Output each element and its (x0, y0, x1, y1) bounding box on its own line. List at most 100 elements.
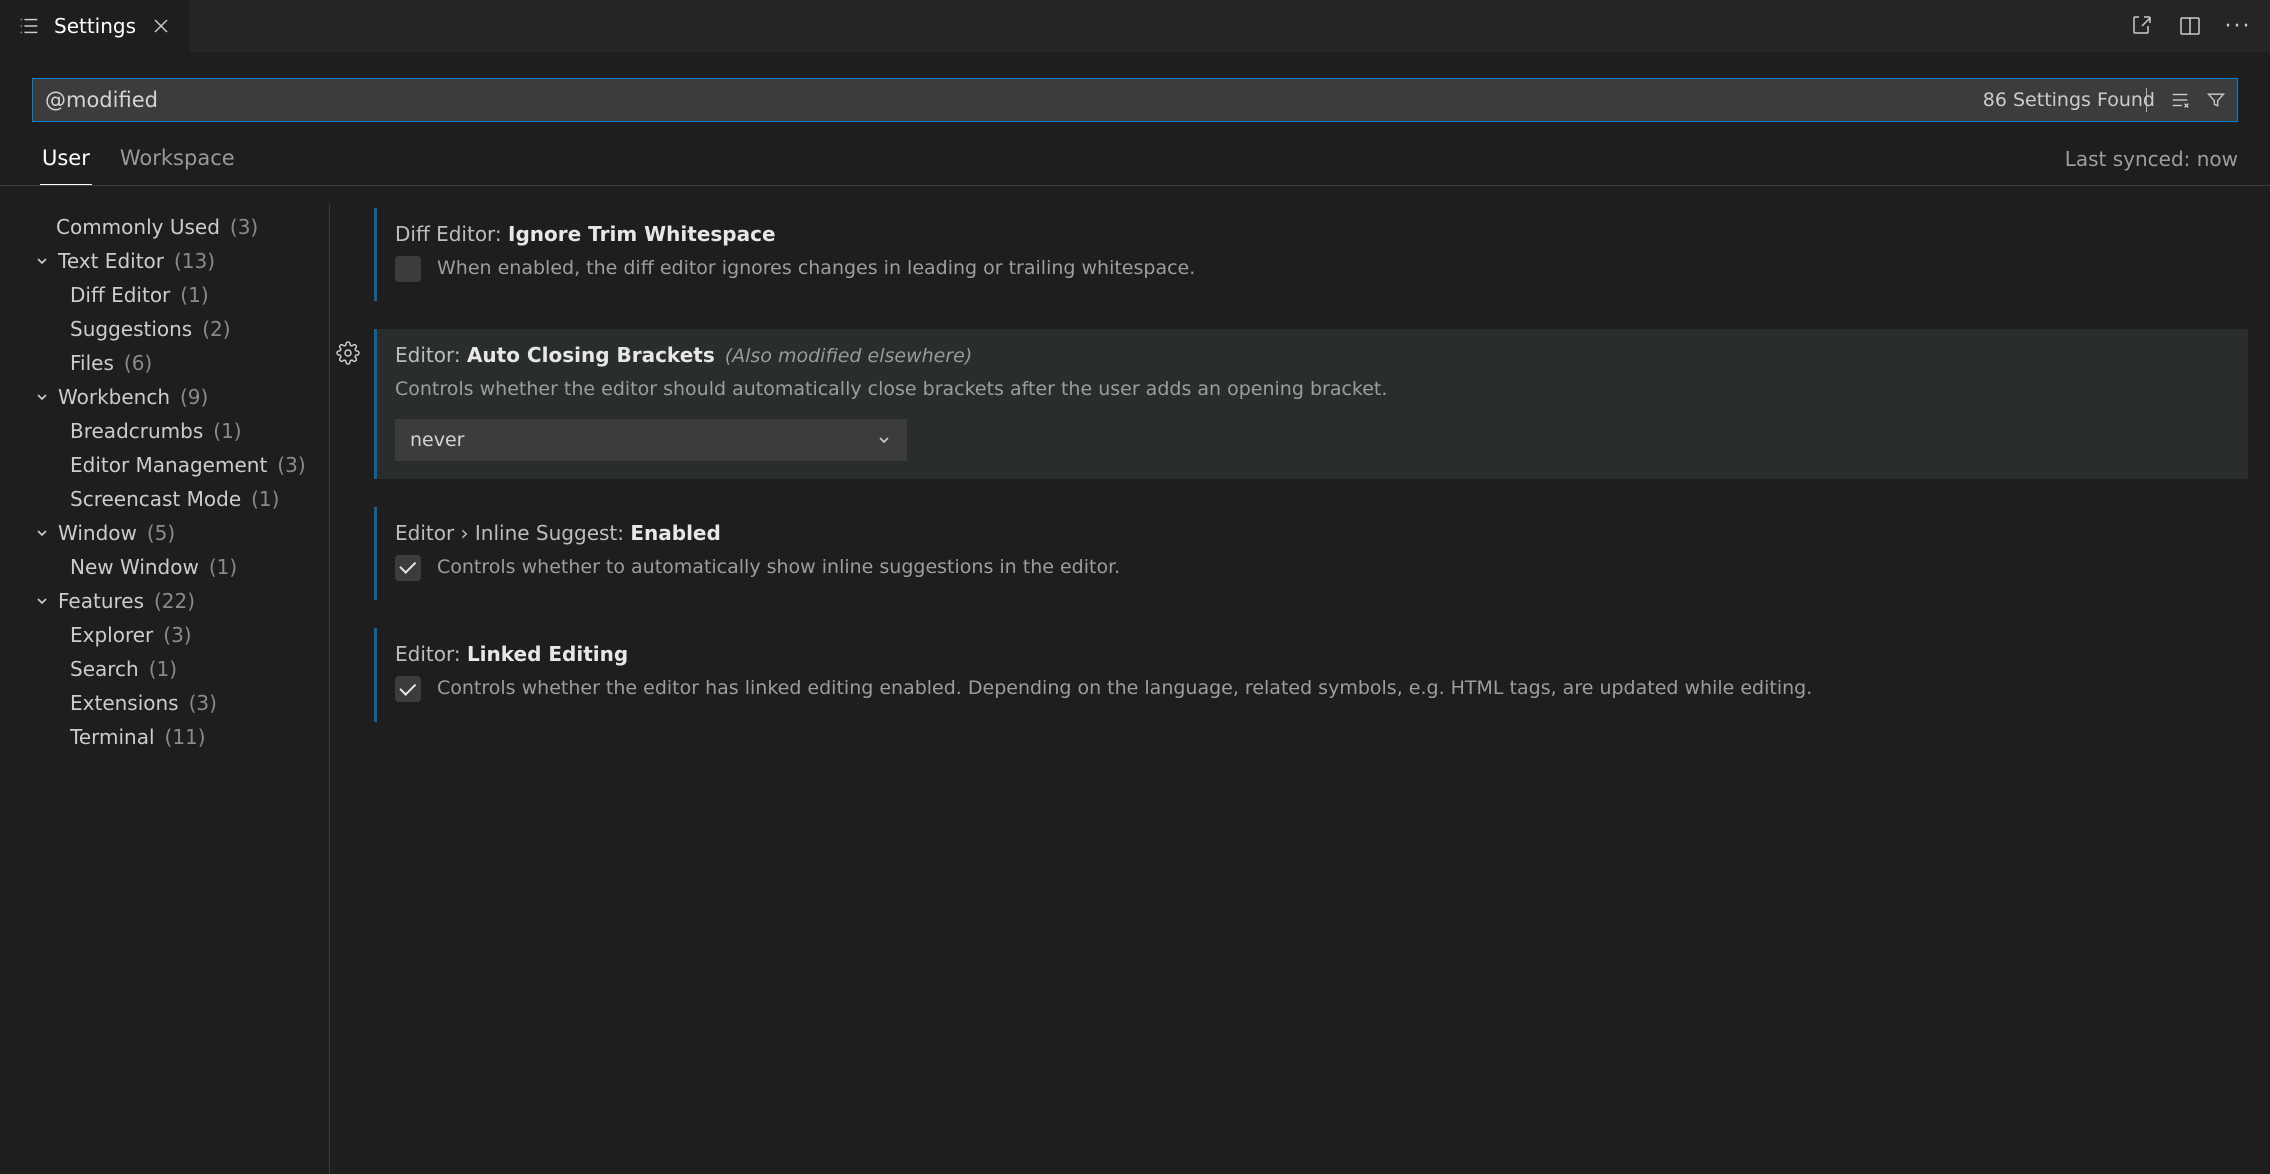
toc-item[interactable]: Screencast Mode (1) (30, 482, 329, 516)
setting-title: Editor: Linked Editing (395, 642, 2228, 666)
setting-name: Ignore Trim Whitespace (508, 222, 776, 246)
toc-item[interactable]: Commonly Used (3) (30, 210, 329, 244)
titlebar: Settings ··· (0, 0, 2270, 52)
setting-title: Diff Editor: Ignore Trim Whitespace (395, 222, 2228, 246)
scope-row: User Workspace Last synced: now (0, 122, 2270, 186)
toc-count: (2) (202, 317, 230, 341)
toc-label: Text Editor (58, 249, 164, 273)
tab-settings[interactable]: Settings (0, 0, 190, 52)
toc-item[interactable]: Suggestions (2) (30, 312, 329, 346)
filter-icon[interactable] (2205, 89, 2227, 111)
scope-tabs: User Workspace (40, 142, 237, 185)
setting-prefix: Editor: (395, 343, 467, 367)
toc-count: (1) (213, 419, 241, 443)
toc-item[interactable]: Files (6) (30, 346, 329, 380)
setting-prefix: Editor: (395, 642, 467, 666)
chevron-down-icon (32, 253, 52, 269)
toc-item[interactable]: Diff Editor (1) (30, 278, 329, 312)
chevron-down-icon (32, 593, 52, 609)
checkbox[interactable] (395, 555, 421, 581)
toc-count: (1) (209, 555, 237, 579)
toc-label: Features (58, 589, 144, 613)
toc-label: Screencast Mode (70, 487, 241, 511)
setting-name: Linked Editing (467, 642, 628, 666)
setting-description: Controls whether the editor should autom… (395, 375, 2228, 404)
toc-label: Suggestions (70, 317, 192, 341)
tab-title: Settings (54, 14, 136, 38)
toc-item[interactable]: Workbench(9) (30, 380, 329, 414)
scope-tab-workspace[interactable]: Workspace (118, 142, 237, 185)
tab-group: Settings (0, 0, 190, 52)
toc-label: Explorer (70, 623, 153, 647)
chevron-down-icon (876, 432, 892, 448)
setting-prefix: Diff Editor: (395, 222, 508, 246)
toc-count: (3) (189, 691, 217, 715)
select-dropdown[interactable]: never (395, 419, 907, 461)
settings-list-icon (18, 15, 40, 37)
search-right: 86 Settings Found (1983, 79, 2227, 121)
chevron-down-icon (32, 389, 52, 405)
toc-item[interactable]: Editor Management (3) (30, 448, 329, 482)
checkbox[interactable] (395, 676, 421, 702)
setting-title: Editor: Auto Closing Brackets (Also modif… (395, 343, 2228, 367)
toc-count: (1) (251, 487, 279, 511)
setting-name: Auto Closing Brackets (467, 343, 715, 367)
chevron-down-icon (32, 525, 52, 541)
select-value: never (410, 429, 464, 451)
toc-label: Files (70, 351, 114, 375)
toc-item[interactable]: Text Editor(13) (30, 244, 329, 278)
setting-description: When enabled, the diff editor ignores ch… (437, 254, 1195, 283)
setting-name: Enabled (630, 521, 720, 545)
toc-label: Search (70, 657, 139, 681)
setting-item: Editor › Inline Suggest: Enabled Control… (374, 507, 2248, 600)
toc-count: (6) (124, 351, 152, 375)
toc-item[interactable]: Search(1) (30, 652, 329, 686)
toc-item[interactable]: Explorer (3) (30, 618, 329, 652)
setting-note: (Also modified elsewhere) (725, 345, 973, 367)
toc-label: Terminal (70, 725, 155, 749)
search-results-count: 86 Settings Found (1983, 89, 2155, 111)
title-actions: ··· (2130, 14, 2260, 38)
clear-search-icon[interactable] (2169, 89, 2191, 111)
toc-count: (3) (163, 623, 191, 647)
setting-item: Editor: Auto Closing Brackets (Also modif… (374, 329, 2248, 478)
setting-item: Diff Editor: Ignore Trim Whitespace When… (374, 208, 2248, 301)
toc-label: Diff Editor (70, 283, 170, 307)
toc-count: (1) (180, 283, 208, 307)
toc-count: (9) (180, 385, 208, 409)
setting-description: Controls whether the editor has linked e… (437, 674, 1812, 703)
checkbox[interactable] (395, 256, 421, 282)
search-row: 86 Settings Found (0, 52, 2270, 122)
toc-label: Commonly Used (56, 215, 220, 239)
toc-count: (22) (154, 589, 195, 613)
toc-label: New Window (70, 555, 199, 579)
toc-label: Extensions (70, 691, 179, 715)
settings-search-input[interactable] (45, 88, 2144, 112)
gear-icon[interactable] (336, 341, 364, 369)
toc-item[interactable]: New Window (1) (30, 550, 329, 584)
toc-count: (11) (165, 725, 206, 749)
toc-label: Breadcrumbs (70, 419, 203, 443)
setting-description: Controls whether to automatically show i… (437, 553, 1120, 582)
toc-item[interactable]: Breadcrumbs (1) (30, 414, 329, 448)
setting-prefix: Editor › Inline Suggest: (395, 521, 630, 545)
toc-item[interactable]: Features (22) (30, 584, 329, 618)
toc-item[interactable]: Window (5) (30, 516, 329, 550)
toc-item[interactable]: Extensions (3) (30, 686, 329, 720)
settings-list[interactable]: Diff Editor: Ignore Trim Whitespace When… (330, 204, 2270, 1174)
settings-search-box[interactable]: 86 Settings Found (32, 78, 2238, 122)
settings-toc[interactable]: Commonly Used(3)Text Editor(13)Diff Edit… (0, 204, 330, 1174)
toc-count: (5) (147, 521, 175, 545)
setting-item: Editor: Linked Editing Controls whether … (374, 628, 2248, 721)
open-settings-json-icon[interactable] (2130, 14, 2154, 38)
scope-tab-user[interactable]: User (40, 142, 92, 185)
toc-item[interactable]: Terminal (11) (30, 720, 329, 754)
split-editor-icon[interactable] (2178, 14, 2202, 38)
body: Commonly Used(3)Text Editor(13)Diff Edit… (0, 186, 2270, 1174)
toc-count: (3) (230, 215, 258, 239)
close-icon[interactable] (150, 15, 172, 37)
toc-label: Editor Management (70, 453, 267, 477)
toc-label: Window (58, 521, 137, 545)
toc-count: (3) (277, 453, 305, 477)
more-actions-icon[interactable]: ··· (2226, 14, 2250, 38)
